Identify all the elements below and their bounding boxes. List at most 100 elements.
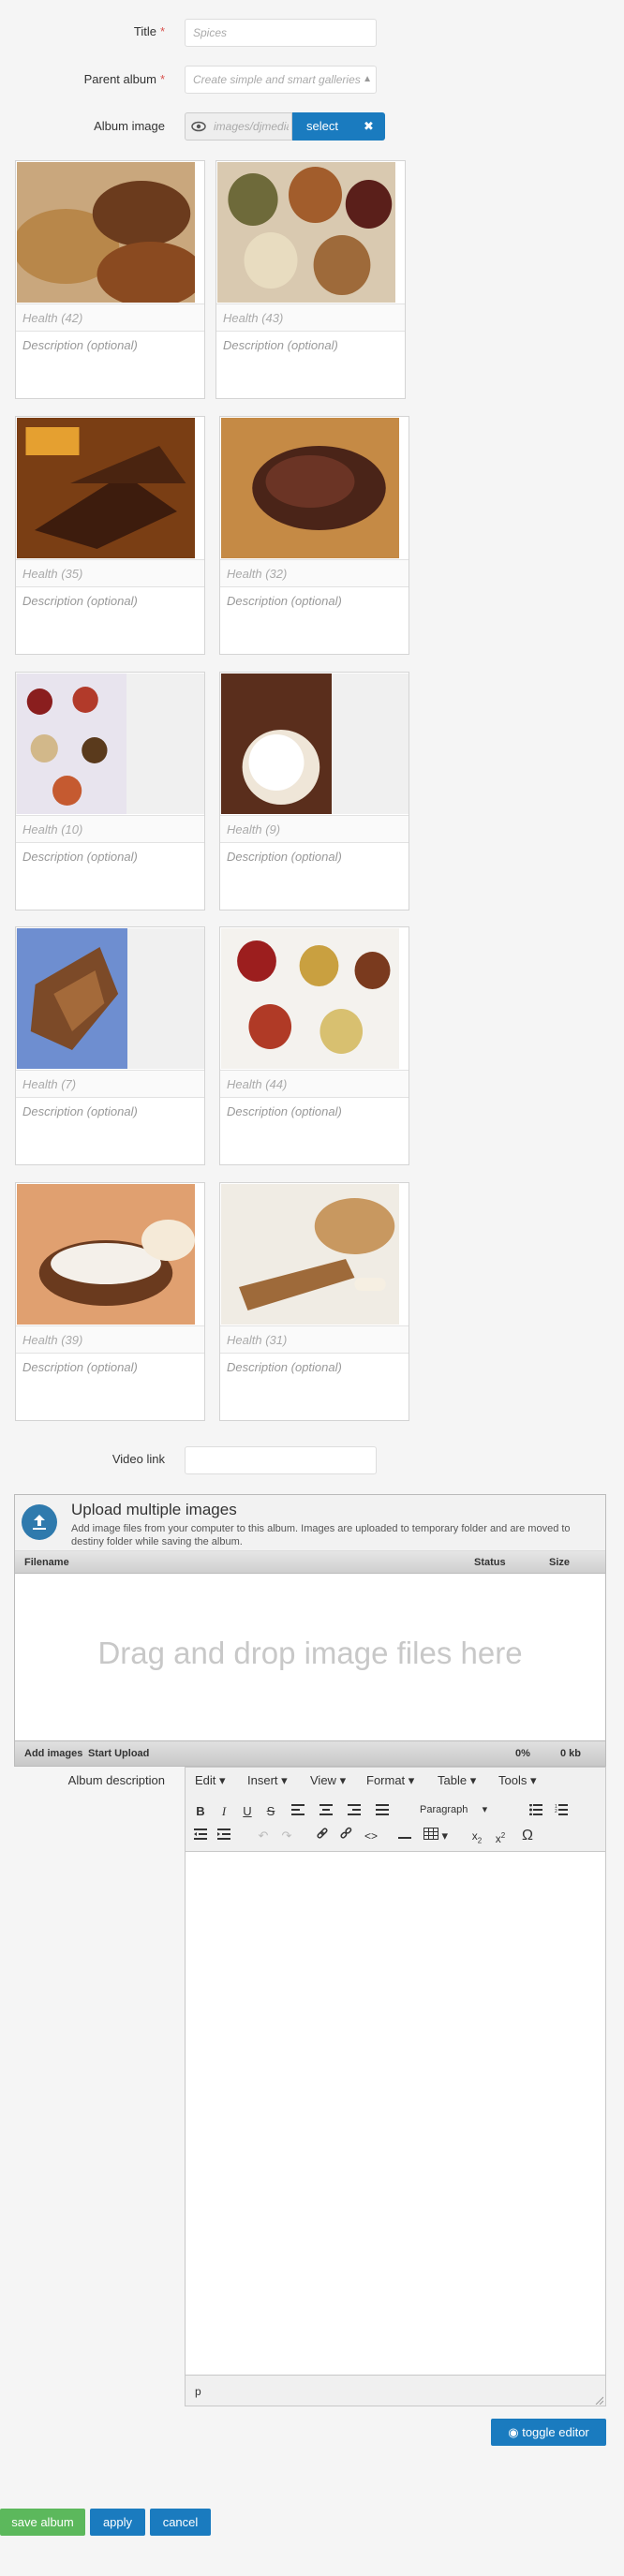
superscript-icon[interactable]: x2	[490, 1826, 511, 1846]
thumbnail-image	[17, 162, 195, 303]
special-character-icon[interactable]: Ω	[517, 1826, 538, 1846]
image-card: Health (44) Description (optional)	[219, 926, 409, 1165]
menu-edit[interactable]: Edit ▾	[195, 1773, 226, 1788]
size-column: Size	[549, 1557, 571, 1568]
table-icon[interactable]: ▾	[420, 1826, 452, 1846]
caption-input[interactable]: Health (44)	[220, 1070, 409, 1098]
video-link-label: Video link	[111, 1452, 165, 1466]
menu-tools[interactable]: Tools ▾	[498, 1773, 537, 1788]
caption-input[interactable]: Health (42)	[16, 303, 204, 332]
paragraph-select[interactable]: Paragraph ▾	[420, 1803, 487, 1815]
title-input[interactable]: Spices	[185, 19, 377, 47]
upload-table-header: Filename Status Size	[15, 1551, 605, 1574]
parent-album-select[interactable]: Create simple and smart galleries ▲	[185, 66, 377, 94]
align-center-icon[interactable]	[316, 1801, 336, 1822]
description-textarea[interactable]: Description (optional)	[220, 844, 409, 910]
image-card: Health (43) Description (optional)	[215, 160, 406, 399]
video-link-input[interactable]	[185, 1446, 377, 1474]
description-textarea[interactable]: Description (optional)	[16, 1355, 204, 1420]
caption-input[interactable]: Health (32)	[220, 559, 409, 587]
thumbnail-image	[17, 1184, 195, 1325]
clear-image-button[interactable]: ✖	[352, 112, 385, 141]
resize-handle-icon[interactable]	[594, 2394, 604, 2406]
menu-table[interactable]: Table ▾	[438, 1773, 476, 1788]
indent-icon[interactable]	[214, 1826, 234, 1846]
strikethrough-icon[interactable]: S	[260, 1801, 281, 1822]
caption-input[interactable]: Health (35)	[16, 559, 204, 587]
thumbnail-image	[17, 418, 195, 558]
image-card: Health (31) Description (optional)	[219, 1182, 409, 1421]
add-images-button[interactable]: Add images	[24, 1741, 82, 1767]
description-textarea[interactable]: Description (optional)	[220, 588, 409, 654]
align-right-icon[interactable]	[344, 1801, 364, 1822]
menu-view[interactable]: View ▾	[310, 1773, 346, 1788]
description-textarea[interactable]: Description (optional)	[216, 333, 405, 398]
subscript-icon[interactable]: x2	[467, 1826, 487, 1846]
upload-percent: 0%	[515, 1748, 530, 1759]
description-textarea[interactable]: Description (optional)	[16, 333, 204, 398]
thumbnail-image	[221, 1184, 399, 1325]
description-textarea[interactable]: Description (optional)	[16, 588, 204, 654]
caption-input[interactable]: Health (39)	[16, 1325, 204, 1354]
menu-insert[interactable]: Insert ▾	[247, 1773, 288, 1788]
underline-icon[interactable]: U	[237, 1801, 258, 1822]
caption-input[interactable]: Health (10)	[16, 815, 204, 843]
description-textarea[interactable]: Description (optional)	[220, 1355, 409, 1420]
title-label: Title *	[133, 24, 165, 38]
album-image-field[interactable]: images/djmediatools/...	[185, 112, 292, 141]
caption-input[interactable]: Health (43)	[216, 303, 405, 332]
drop-zone[interactable]: Drag and drop image files here	[15, 1574, 605, 1733]
upload-title: Upload multiple images	[71, 1501, 237, 1518]
thumbnail-image	[17, 674, 126, 814]
redo-icon[interactable]: ↷	[276, 1826, 297, 1846]
toggle-editor-button[interactable]: ◉ toggle editor	[491, 2419, 606, 2446]
image-card: Health (7) Description (optional)	[15, 926, 205, 1165]
caption-input[interactable]: Health (9)	[220, 815, 409, 843]
editor-content-area[interactable]	[186, 1852, 605, 2375]
save-album-button[interactable]: save album	[0, 2509, 85, 2536]
element-path: p	[195, 2385, 201, 2398]
image-card: Health (32) Description (optional)	[219, 416, 409, 655]
align-justify-icon[interactable]	[372, 1801, 393, 1822]
upload-icon	[22, 1504, 57, 1540]
required-asterisk: *	[159, 24, 165, 38]
description-textarea[interactable]: Description (optional)	[220, 1099, 409, 1164]
align-left-icon[interactable]	[288, 1801, 308, 1822]
rich-text-editor: Edit ▾ Insert ▾ View ▾ Format ▾ Table ▾ …	[185, 1767, 606, 2406]
horizontal-rule-icon[interactable]	[394, 1826, 415, 1846]
editor-statusbar: p	[186, 2375, 605, 2406]
required-asterisk: *	[159, 72, 165, 86]
numbered-list-icon[interactable]: 12	[551, 1801, 572, 1822]
outdent-icon[interactable]	[190, 1826, 211, 1846]
apply-button[interactable]: apply	[90, 2509, 145, 2536]
menu-format[interactable]: Format ▾	[366, 1773, 414, 1788]
thumbnail-image	[217, 162, 395, 303]
thumbnail-image	[221, 928, 399, 1069]
status-column: Status	[474, 1557, 506, 1568]
upload-subtitle: Add image files from your computer to th…	[71, 1523, 571, 1547]
editor-toolbar: Edit ▾ Insert ▾ View ▾ Format ▾ Table ▾ …	[186, 1768, 605, 1852]
link-icon[interactable]	[312, 1826, 333, 1846]
unlink-icon[interactable]	[335, 1826, 356, 1846]
image-card: Health (9) Description (optional)	[219, 672, 409, 910]
image-card: Health (39) Description (optional)	[15, 1182, 205, 1421]
caption-input[interactable]: Health (31)	[220, 1325, 409, 1354]
bullet-list-icon[interactable]	[526, 1801, 546, 1822]
start-upload-button[interactable]: Start Upload	[88, 1741, 149, 1767]
image-card: Health (35) Description (optional)	[15, 416, 205, 655]
image-card: Health (42) Description (optional)	[15, 160, 205, 399]
album-image-label: Album image	[94, 119, 165, 133]
undo-icon[interactable]: ↶	[253, 1826, 274, 1846]
select-image-button[interactable]: select	[292, 112, 352, 141]
cancel-button[interactable]: cancel	[150, 2509, 211, 2536]
eye-icon[interactable]	[191, 119, 206, 134]
description-textarea[interactable]: Description (optional)	[16, 1099, 204, 1164]
italic-icon[interactable]: I	[214, 1801, 234, 1822]
caption-input[interactable]: Health (7)	[16, 1070, 204, 1098]
album-description-label: Album description	[67, 1773, 165, 1787]
thumbnail-image	[17, 928, 127, 1069]
select-arrows-icon: ▲	[363, 74, 372, 84]
bold-icon[interactable]: B	[190, 1801, 211, 1822]
description-textarea[interactable]: Description (optional)	[16, 844, 204, 910]
code-icon[interactable]: <>	[361, 1826, 381, 1846]
